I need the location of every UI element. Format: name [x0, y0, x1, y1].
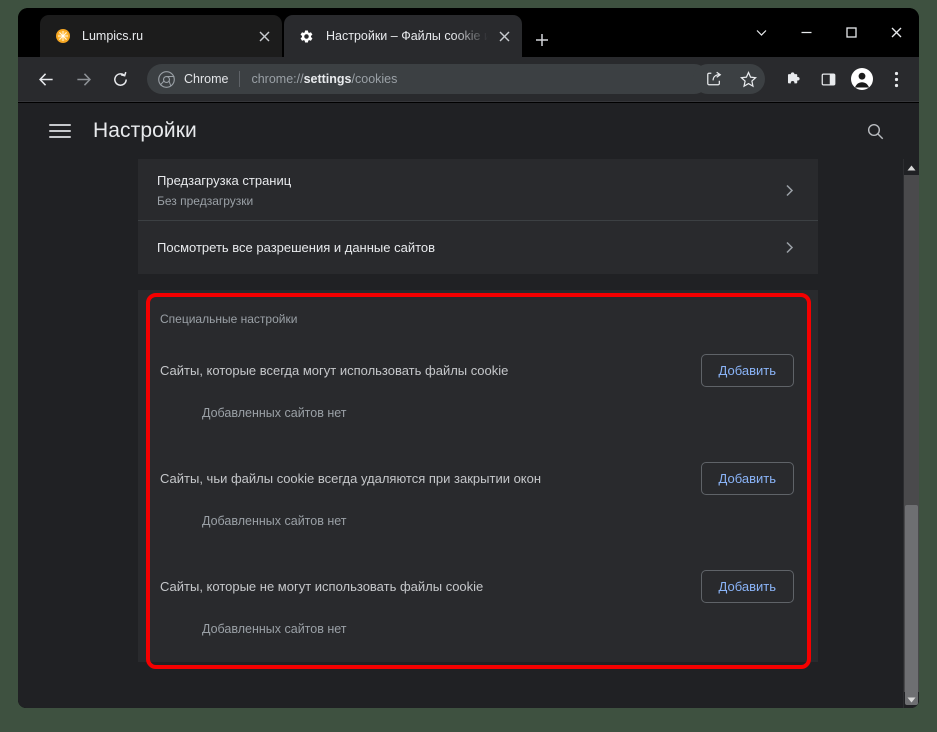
- share-icon[interactable]: [699, 64, 729, 94]
- star-icon[interactable]: [733, 64, 763, 94]
- scrollbar-thumb[interactable]: [905, 505, 918, 705]
- desktop-background: Lumpics.ru Настройки – Файлы cookie и др: [0, 0, 937, 732]
- side-panel-icon[interactable]: [813, 64, 843, 94]
- settings-column: Предзагрузка страниц Без предзагрузки По…: [138, 159, 818, 669]
- row-text: Посмотреть все разрешения и данные сайто…: [157, 239, 773, 257]
- browser-window: Lumpics.ru Настройки – Файлы cookie и др: [18, 8, 919, 708]
- close-icon[interactable]: [494, 26, 514, 46]
- tab-title: Lumpics.ru: [82, 29, 144, 43]
- card-bottom-padding: [138, 652, 818, 662]
- permission-group-header: Сайты, чьи файлы cookie всегда удаляются…: [138, 452, 818, 504]
- close-button[interactable]: [874, 13, 919, 53]
- address-bar[interactable]: Chrome chrome://settings/cookies: [147, 64, 709, 94]
- special-settings-section: Специальные настройки Сайты, которые все…: [138, 290, 818, 669]
- url-emphasis: settings: [303, 72, 352, 86]
- settings-content: Предзагрузка страниц Без предзагрузки По…: [18, 159, 919, 708]
- minimize-button[interactable]: [784, 13, 829, 53]
- add-button[interactable]: Добавить: [700, 461, 794, 495]
- row-text: Предзагрузка страниц Без предзагрузки: [157, 172, 773, 210]
- permission-group-always-allow: Сайты, которые всегда могут использовать…: [138, 328, 818, 436]
- empty-state-label: Добавленных сайтов нет: [202, 406, 347, 420]
- puzzle-icon[interactable]: [779, 64, 809, 94]
- chevron-right-icon: [785, 241, 794, 254]
- tab-lumpics[interactable]: Lumpics.ru: [40, 15, 282, 57]
- row-title: Предзагрузка страниц: [157, 172, 292, 188]
- permission-group-header: Сайты, которые не могут использовать фай…: [138, 560, 818, 612]
- permission-group-clear-on-exit: Сайты, чьи файлы cookie всегда удаляются…: [138, 436, 818, 544]
- toolbar-actions: [693, 64, 919, 94]
- url-suffix: /cookies: [351, 72, 398, 86]
- scrollbar-track[interactable]: [904, 175, 919, 705]
- omnibox-chip-label: Chrome: [184, 72, 229, 86]
- settings-row-all-permissions[interactable]: Посмотреть все разрешения и данные сайто…: [138, 220, 818, 274]
- settings-header: Настройки: [18, 103, 919, 159]
- new-tab-button[interactable]: [528, 26, 556, 54]
- hamburger-line: [49, 130, 71, 132]
- close-icon[interactable]: [254, 26, 274, 46]
- add-button[interactable]: Добавить: [700, 569, 794, 603]
- orange-slice-icon: [54, 28, 71, 45]
- hamburger-line: [49, 124, 71, 126]
- row-subtitle: Без предзагрузки: [157, 193, 254, 208]
- settings-card-top: Предзагрузка страниц Без предзагрузки По…: [138, 159, 818, 274]
- settings-row-preload[interactable]: Предзагрузка страниц Без предзагрузки: [138, 170, 818, 220]
- permission-group-block: Сайты, которые не могут использовать фай…: [138, 544, 818, 652]
- forward-arrow-icon[interactable]: [68, 64, 98, 94]
- permission-group-header: Сайты, которые всегда могут использовать…: [138, 344, 818, 396]
- share-bookmark-group: [693, 64, 765, 94]
- chrome-logo-icon: [158, 70, 175, 88]
- tab-title: Настройки – Файлы cookie и др: [326, 29, 488, 43]
- omnibox-url: chrome://settings/cookies: [251, 72, 397, 86]
- page-title: Настройки: [93, 119, 197, 142]
- avatar-icon[interactable]: [847, 64, 877, 94]
- tab-search-chevron-down-icon[interactable]: [739, 13, 784, 53]
- url-prefix: chrome://: [251, 72, 304, 86]
- browser-toolbar: Chrome chrome://settings/cookies: [18, 57, 919, 102]
- omnibox-divider: [239, 71, 241, 87]
- reload-icon[interactable]: [105, 64, 135, 94]
- empty-state-label: Добавленных сайтов нет: [202, 622, 347, 636]
- vertical-scrollbar[interactable]: [903, 159, 919, 708]
- back-arrow-icon[interactable]: [31, 64, 61, 94]
- maximize-button[interactable]: [829, 13, 874, 53]
- permission-label: Сайты, которые не могут использовать фай…: [160, 578, 484, 594]
- add-button[interactable]: Добавить: [700, 353, 794, 387]
- window-controls: [739, 8, 919, 57]
- three-dot-menu-icon[interactable]: [881, 64, 911, 94]
- permission-label: Сайты, чьи файлы cookie всегда удаляются…: [160, 470, 542, 486]
- scroll-up-arrow-icon[interactable]: [904, 160, 919, 175]
- scroll-down-arrow-icon[interactable]: [904, 692, 919, 707]
- special-settings-card: Специальные настройки Сайты, которые все…: [138, 290, 818, 662]
- chevron-right-icon: [785, 184, 794, 197]
- gear-icon: [298, 28, 315, 45]
- hamburger-icon[interactable]: [49, 120, 71, 142]
- row-title: Посмотреть все разрешения и данные сайто…: [157, 239, 436, 255]
- section-heading: Специальные настройки: [160, 312, 298, 326]
- empty-state-label: Добавленных сайтов нет: [202, 514, 347, 528]
- hamburger-line: [49, 136, 71, 138]
- search-icon[interactable]: [862, 118, 888, 144]
- permission-label: Сайты, которые всегда могут использовать…: [160, 362, 509, 378]
- tab-strip: Lumpics.ru Настройки – Файлы cookie и др: [18, 8, 919, 57]
- tab-settings-cookies[interactable]: Настройки – Файлы cookie и др: [284, 15, 522, 57]
